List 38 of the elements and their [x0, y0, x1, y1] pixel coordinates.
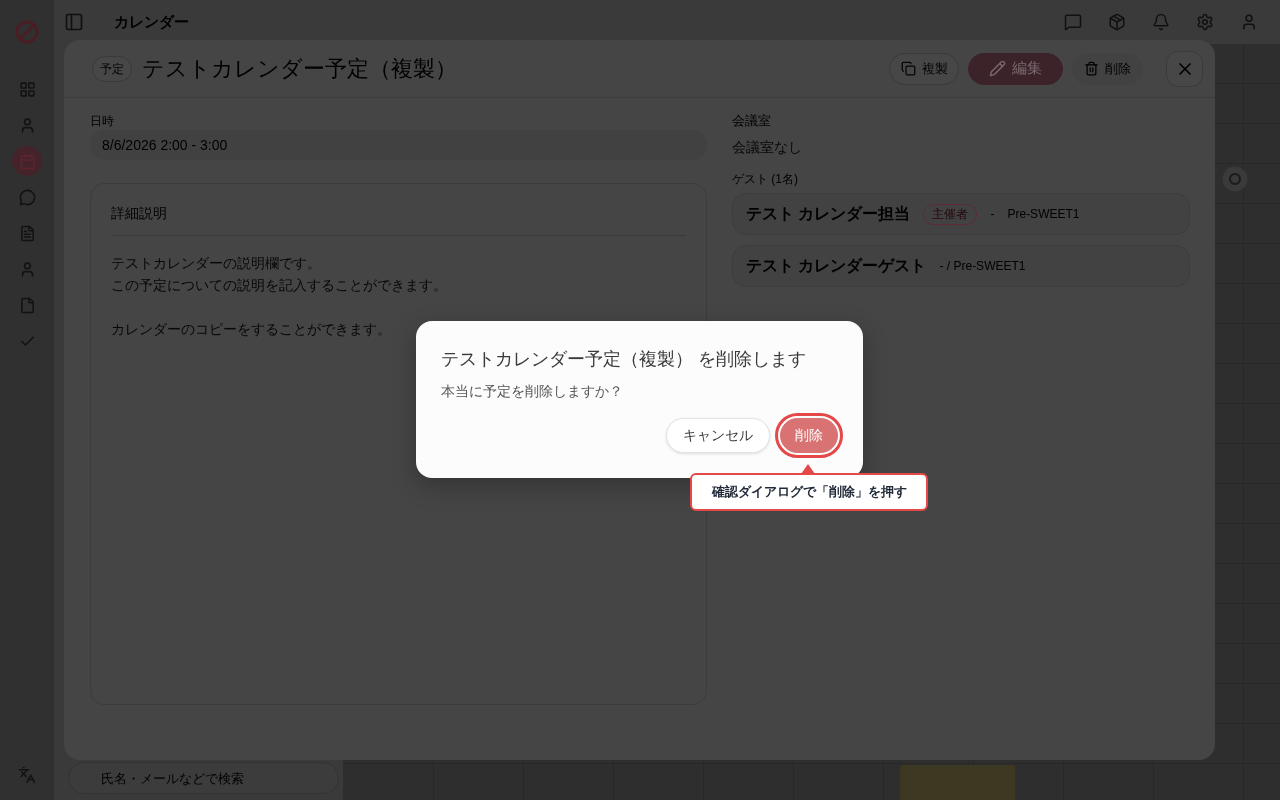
translate-icon[interactable]	[18, 766, 36, 784]
description-heading: 詳細説明	[111, 204, 168, 223]
settings-icon[interactable]	[1196, 13, 1214, 31]
guide-callout: 確認ダイアログで「削除」を押す	[690, 464, 928, 511]
guest-name: テスト カレンダーゲスト	[746, 255, 927, 276]
chat-icon[interactable]	[1064, 13, 1082, 31]
action-button[interactable]: 複製	[889, 52, 959, 85]
room-value: 会議室なし	[732, 138, 803, 157]
user-icon[interactable]	[1240, 13, 1258, 31]
bell-icon[interactable]	[1152, 13, 1170, 31]
event-title: テストカレンダー予定（複製）	[142, 54, 457, 83]
pencil-icon	[989, 60, 1006, 77]
chat-icon	[18, 188, 36, 206]
calendar-icon	[18, 152, 36, 170]
field-label: 会議室	[732, 112, 772, 130]
action-button[interactable]: 編集	[968, 52, 1063, 85]
nav-button[interactable]	[12, 146, 42, 176]
guest-detail: - / Pre-SWEET1	[939, 259, 1026, 273]
logo-icon	[15, 20, 39, 44]
page-title: カレンダー	[114, 12, 189, 32]
dialog-message: 本当に予定を削除しますか？	[441, 382, 624, 401]
dialog-title: テストカレンダー予定（複製） を削除します	[441, 348, 807, 371]
guest-name: テスト カレンダー担当	[746, 203, 911, 224]
guest-detail: -	[990, 207, 995, 221]
trash-icon	[1084, 61, 1099, 76]
event-tag: 予定	[92, 55, 132, 82]
copy-icon	[900, 61, 916, 76]
datetime-value: 8/6/2026 2:00 - 3:00	[90, 130, 707, 160]
cancel-button[interactable]: キャンセル	[666, 418, 770, 453]
field-label: 日時	[90, 113, 115, 129]
round-button-icon[interactable]	[1222, 166, 1248, 192]
panel-toggle-icon[interactable]	[64, 12, 84, 32]
grid-icon	[18, 80, 36, 98]
document-icon	[18, 224, 36, 242]
package-icon[interactable]	[1108, 13, 1126, 31]
close-button[interactable]	[1166, 50, 1203, 87]
guest-detail: Pre-SWEET1	[1007, 207, 1080, 221]
file-icon	[18, 296, 36, 314]
